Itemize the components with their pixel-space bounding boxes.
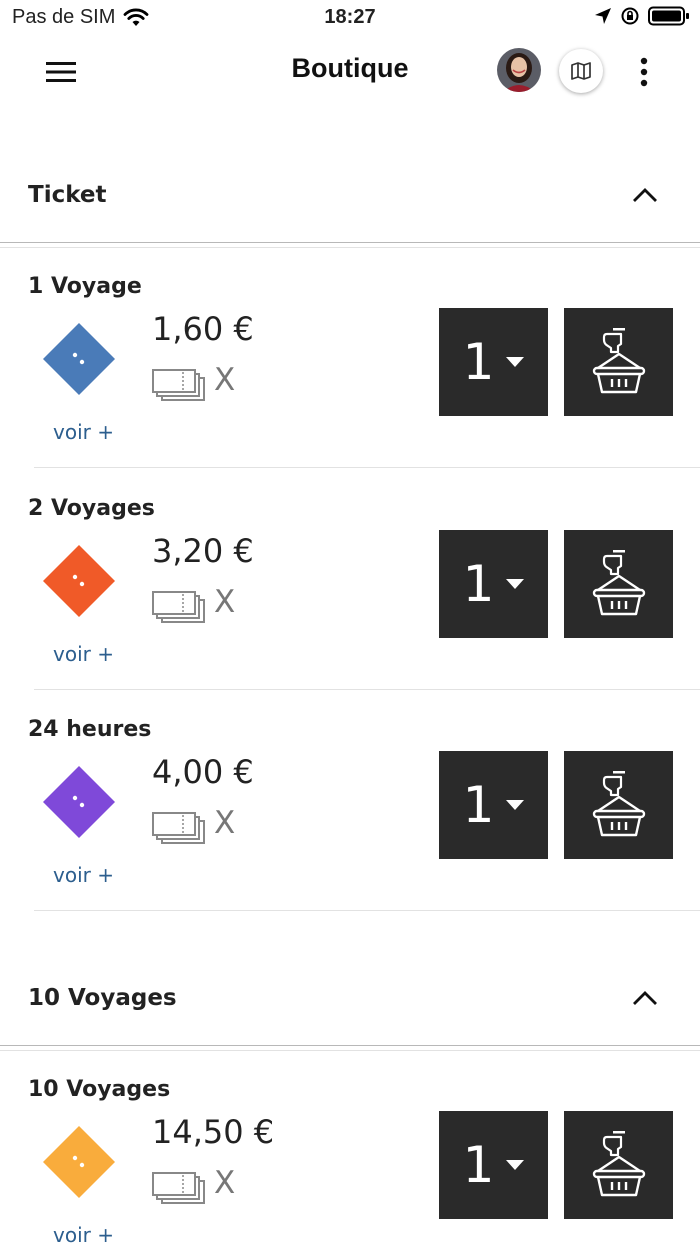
more-options-button[interactable]	[630, 52, 658, 92]
product-price: 1,60 €	[152, 310, 254, 348]
chevron-up-icon[interactable]	[630, 983, 660, 1013]
product-price: 4,00 €	[152, 753, 254, 791]
section-title: 10 Voyages	[28, 985, 177, 1011]
tickets-stack-icon	[152, 369, 205, 401]
basket-icon	[592, 771, 645, 837]
more-vertical-icon	[640, 57, 648, 87]
caret-down-icon	[506, 800, 525, 810]
quantity-select[interactable]: 1	[439, 1111, 548, 1219]
map-icon	[571, 62, 591, 80]
see-more-link[interactable]: voir +	[53, 863, 114, 887]
map-button[interactable]	[559, 49, 603, 93]
product-multiplier: X	[214, 584, 236, 620]
section-divider	[0, 1045, 700, 1046]
section-divider	[0, 247, 700, 248]
ticket-icon	[43, 766, 115, 838]
product-name: 2 Voyages	[28, 496, 155, 521]
quantity-select[interactable]: 1	[439, 308, 548, 416]
see-more-link[interactable]: voir +	[53, 1223, 114, 1244]
add-to-cart-button[interactable]	[564, 308, 673, 416]
avatar[interactable]	[497, 48, 541, 92]
app-header: Boutique	[0, 36, 700, 108]
quantity-value: 1	[462, 333, 495, 391]
tickets-stack-icon	[152, 812, 205, 844]
section-divider	[0, 1050, 700, 1051]
product-row-2-voyages: 2 Voyages 3,20 € X voir + 1	[0, 480, 700, 701]
product-row-10-voyages: 10 Voyages 14,50 € X voir + 1	[0, 1061, 700, 1244]
tickets-stack-icon	[152, 1172, 205, 1204]
ticket-icon	[43, 323, 115, 395]
quantity-value: 1	[462, 776, 495, 834]
product-price: 3,20 €	[152, 532, 254, 570]
row-divider	[34, 689, 700, 690]
product-price: 14,50 €	[152, 1113, 275, 1151]
section-header-ticket[interactable]: Ticket	[0, 166, 700, 226]
product-name: 1 Voyage	[28, 274, 142, 299]
add-to-cart-button[interactable]	[564, 751, 673, 859]
avatar-image	[497, 48, 541, 92]
product-row-1-voyage: 1 Voyage 1,60 € X voir + 1	[0, 258, 700, 479]
ticket-icon	[43, 1126, 115, 1198]
ticket-icon	[43, 545, 115, 617]
add-to-cart-button[interactable]	[564, 530, 673, 638]
status-bar: Pas de SIM 18:27	[0, 0, 700, 36]
product-row-24-heures: 24 heures 4,00 € X voir + 1	[0, 701, 700, 922]
row-divider	[34, 910, 700, 911]
see-more-link[interactable]: voir +	[53, 420, 114, 444]
orientation-lock-icon	[621, 7, 639, 25]
row-divider	[34, 467, 700, 468]
basket-icon	[592, 550, 645, 616]
product-multiplier: X	[214, 805, 236, 841]
basket-icon	[592, 1131, 645, 1197]
section-title: Ticket	[28, 182, 107, 208]
quantity-value: 1	[462, 555, 495, 613]
quantity-select[interactable]: 1	[439, 530, 548, 638]
product-multiplier: X	[214, 362, 236, 398]
location-arrow-icon	[595, 8, 611, 24]
product-multiplier: X	[214, 1165, 236, 1201]
section-header-10-voyages[interactable]: 10 Voyages	[0, 969, 700, 1029]
quantity-select[interactable]: 1	[439, 751, 548, 859]
quantity-value: 1	[462, 1136, 495, 1194]
product-name: 10 Voyages	[28, 1077, 171, 1102]
battery-icon	[648, 6, 689, 26]
caret-down-icon	[506, 357, 525, 367]
section-divider	[0, 242, 700, 243]
caret-down-icon	[506, 1160, 525, 1170]
chevron-up-icon[interactable]	[630, 180, 660, 210]
product-name: 24 heures	[28, 717, 152, 742]
add-to-cart-button[interactable]	[564, 1111, 673, 1219]
basket-icon	[592, 328, 645, 394]
caret-down-icon	[506, 579, 525, 589]
status-right	[594, 6, 690, 26]
see-more-link[interactable]: voir +	[53, 642, 114, 666]
tickets-stack-icon	[152, 591, 205, 623]
